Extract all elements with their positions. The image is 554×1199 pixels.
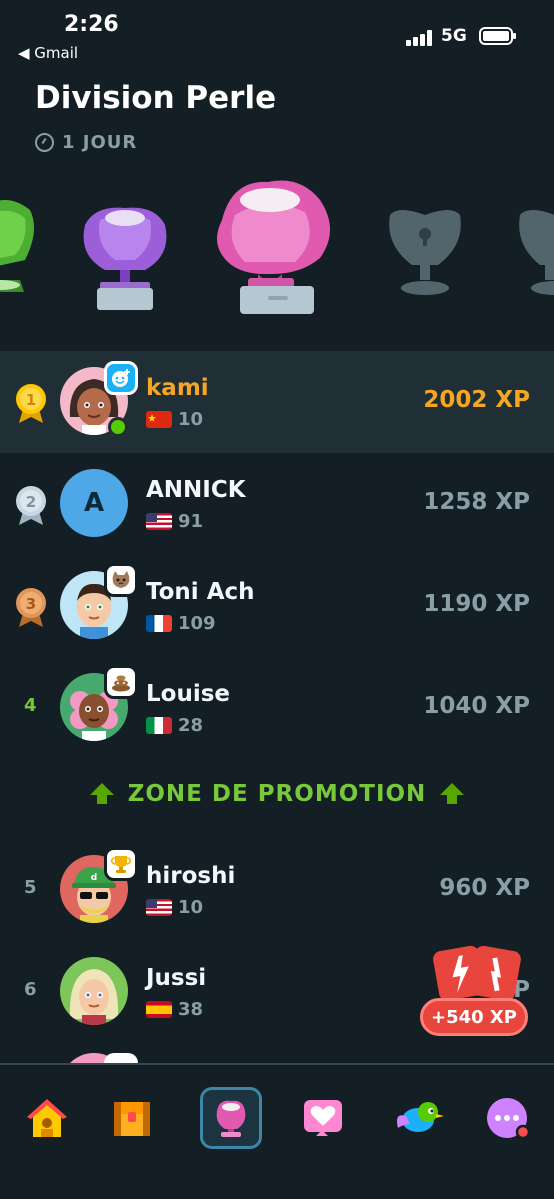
italy-flag-icon bbox=[146, 717, 172, 734]
arrow-up-icon bbox=[89, 783, 114, 805]
cat-icon bbox=[104, 563, 138, 597]
usa-flag-icon bbox=[146, 899, 172, 916]
xp-boost-button[interactable]: +540 XP bbox=[420, 940, 532, 1040]
status-bar: 2:26 ◀ Gmail 5G bbox=[0, 0, 554, 70]
clock-time: 2:26 bbox=[64, 12, 119, 37]
avatar[interactable]: A bbox=[60, 469, 128, 537]
leaderboard-row-1[interactable]: 1 kami 10 2002 XP bbox=[0, 351, 554, 453]
leaderboard-row-4[interactable]: 4 Louise 28 1040 XP bbox=[0, 657, 554, 759]
svg-text:1: 1 bbox=[26, 391, 36, 409]
spain-flag-icon bbox=[146, 1001, 172, 1018]
page-title: Division Perle bbox=[35, 80, 277, 116]
bird-icon[interactable] bbox=[388, 1087, 450, 1149]
xp-score: 960 XP bbox=[439, 875, 530, 901]
user-name: Toni Ach bbox=[146, 579, 255, 605]
streak-count: 28 bbox=[178, 715, 204, 736]
streak-count: 109 bbox=[178, 613, 216, 634]
promotion-zone-label: ZONE DE PROMOTION bbox=[127, 781, 427, 807]
poop-icon bbox=[104, 665, 138, 699]
locked-trophy-icon bbox=[519, 210, 554, 295]
hearts-icon[interactable] bbox=[292, 1087, 354, 1149]
leagues-icon[interactable] bbox=[200, 1087, 262, 1149]
xp-score: 1258 XP bbox=[423, 489, 530, 515]
streak-count: 91 bbox=[178, 511, 204, 532]
arrow-up-icon bbox=[440, 783, 465, 805]
battery-icon bbox=[479, 27, 516, 45]
emerald-trophy-icon bbox=[0, 200, 34, 292]
treasure-chest-icon[interactable] bbox=[101, 1087, 163, 1149]
svg-text:d: d bbox=[91, 873, 97, 883]
avatar[interactable] bbox=[60, 957, 128, 1025]
locked-trophy-icon bbox=[389, 210, 461, 295]
pearl-trophy-icon bbox=[217, 180, 330, 314]
xp-score: 1040 XP bbox=[423, 693, 530, 719]
amethyst-trophy-icon bbox=[83, 207, 167, 310]
time-remaining-label: 1 JOUR bbox=[62, 132, 138, 153]
xp-score: 1190 XP bbox=[423, 591, 530, 617]
bottom-navigation bbox=[0, 1063, 554, 1199]
time-remaining: 1 JOUR bbox=[35, 132, 137, 153]
gold-medal-icon: 1 bbox=[16, 384, 46, 423]
leaderboard-row-3[interactable]: 3 Toni Ach 109 1190 XP bbox=[0, 555, 554, 657]
home-icon[interactable] bbox=[16, 1087, 78, 1149]
silver-medal-icon: 2 bbox=[16, 486, 46, 525]
more-icon[interactable] bbox=[476, 1087, 538, 1149]
china-flag-icon bbox=[146, 411, 172, 428]
network-type: 5G bbox=[441, 26, 467, 46]
user-name: hiroshi bbox=[146, 863, 236, 889]
usa-flag-icon bbox=[146, 513, 172, 530]
streak-count: 10 bbox=[178, 409, 204, 430]
rank-number: 5 bbox=[24, 877, 37, 898]
france-flag-icon bbox=[146, 615, 172, 632]
bronze-medal-icon: 3 bbox=[16, 588, 46, 627]
rank-number: 4 bbox=[24, 695, 37, 716]
trophy-icon bbox=[104, 847, 138, 881]
online-status-dot bbox=[108, 417, 128, 437]
timer-icon bbox=[35, 133, 54, 152]
user-name: kami bbox=[146, 375, 209, 401]
division-trophies[interactable] bbox=[0, 170, 554, 320]
leaderboard-row-2[interactable]: 2 A ANNICK 91 1258 XP bbox=[0, 453, 554, 555]
rank-number: 6 bbox=[24, 979, 37, 1000]
leaderboard-row-5[interactable]: 5 d hiroshi 10 960 XP bbox=[0, 839, 554, 941]
xp-boost-label: +540 XP bbox=[420, 998, 528, 1036]
xp-boost-cards-icon bbox=[433, 945, 521, 1001]
xp-score: 2002 XP bbox=[423, 387, 530, 413]
user-name: Louise bbox=[146, 681, 231, 707]
promotion-zone-divider: ZONE DE PROMOTION bbox=[0, 781, 554, 807]
back-to-gmail-link[interactable]: ◀ Gmail bbox=[18, 44, 78, 62]
svg-text:2: 2 bbox=[26, 493, 36, 511]
user-name: Jussi bbox=[146, 965, 207, 991]
smiley-plus-icon bbox=[104, 361, 138, 395]
user-name: ANNICK bbox=[146, 477, 246, 503]
signal-icon bbox=[406, 30, 436, 46]
next-row-badge-peek bbox=[104, 1053, 138, 1063]
streak-count: 10 bbox=[178, 897, 204, 918]
streak-count: 38 bbox=[178, 999, 204, 1020]
svg-text:3: 3 bbox=[26, 595, 36, 613]
